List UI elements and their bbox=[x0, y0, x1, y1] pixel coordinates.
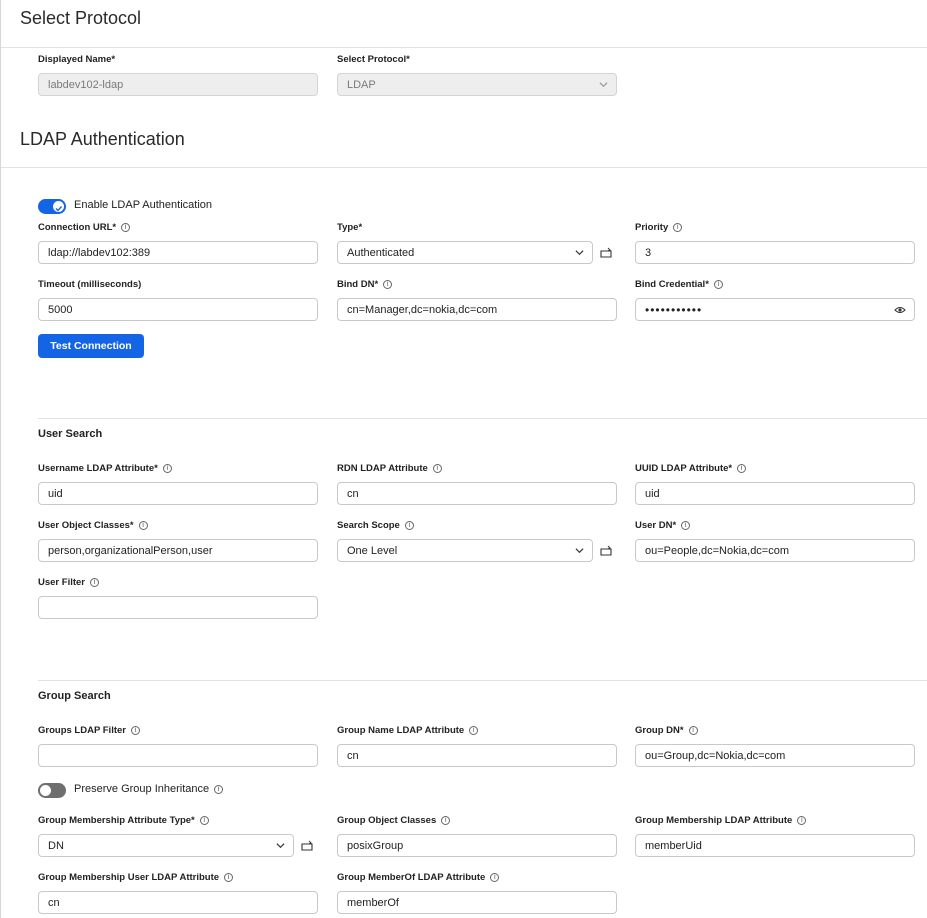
displayed-name-label: Displayed Name* bbox=[38, 54, 116, 65]
membership-attr-field[interactable]: memberUid bbox=[635, 834, 915, 857]
chevron-down-icon bbox=[575, 250, 584, 256]
info-icon[interactable]: i bbox=[673, 223, 683, 232]
info-icon[interactable]: i bbox=[713, 280, 723, 289]
memberof-attr-field[interactable]: memberOf bbox=[337, 891, 617, 914]
user-dn-field[interactable]: ou=People,dc=Nokia,dc=com bbox=[635, 539, 915, 562]
group-dn-field[interactable]: ou=Group,dc=Nokia,dc=com bbox=[635, 744, 915, 767]
bind-dn-label: Bind DN* i bbox=[337, 279, 393, 290]
info-icon[interactable]: i bbox=[121, 223, 131, 232]
membership-type-select[interactable]: DN bbox=[38, 834, 294, 857]
enable-ldap-label: Enable LDAP Authentication bbox=[74, 199, 213, 211]
divider bbox=[1, 47, 927, 48]
info-icon[interactable]: i bbox=[383, 280, 393, 289]
rdn-attr-field[interactable]: cn bbox=[337, 482, 617, 505]
search-scope-label: Search Scope i bbox=[337, 520, 414, 531]
divider bbox=[1, 167, 927, 168]
preserve-inheritance-toggle[interactable] bbox=[38, 783, 66, 798]
groups-filter-label: Groups LDAP Filter i bbox=[38, 725, 140, 736]
divider bbox=[38, 418, 927, 419]
rdn-attr-label: RDN LDAP Attribute i bbox=[337, 463, 442, 474]
membership-attr-label: Group Membership LDAP Attribute i bbox=[635, 815, 807, 826]
type-label: Type* bbox=[337, 222, 363, 233]
check-icon bbox=[55, 206, 63, 212]
info-icon[interactable]: i bbox=[404, 521, 414, 530]
info-icon[interactable]: i bbox=[797, 816, 807, 825]
group-object-classes-label: Group Object Classes i bbox=[337, 815, 451, 826]
chevron-down-icon bbox=[599, 82, 608, 88]
info-icon[interactable]: i bbox=[224, 873, 234, 882]
timeout-label: Timeout (milliseconds) bbox=[38, 279, 142, 290]
username-attr-field[interactable]: uid bbox=[38, 482, 318, 505]
search-scope-select[interactable]: One Level bbox=[337, 539, 593, 562]
section-title-ldap-authentication: LDAP Authentication bbox=[20, 129, 185, 149]
toggle-knob bbox=[53, 201, 64, 212]
chevron-down-icon bbox=[575, 548, 584, 554]
info-icon[interactable]: i bbox=[469, 726, 479, 735]
bind-dn-field[interactable]: cn=Manager,dc=nokia,dc=com bbox=[337, 298, 617, 321]
info-icon[interactable]: i bbox=[432, 464, 442, 473]
group-dn-label: Group DN* i bbox=[635, 725, 698, 736]
user-search-heading: User Search bbox=[38, 428, 103, 440]
priority-label: Priority i bbox=[635, 222, 683, 233]
uuid-attr-label: UUID LDAP Attribute* i bbox=[635, 463, 747, 474]
select-protocol-label: Select Protocol* bbox=[337, 54, 410, 65]
bind-credential-label: Bind Credential* i bbox=[635, 279, 723, 290]
user-filter-label: User Filter i bbox=[38, 577, 99, 588]
info-icon[interactable]: i bbox=[490, 873, 500, 882]
group-name-attr-field[interactable]: cn bbox=[337, 744, 617, 767]
section-title-select-protocol: Select Protocol bbox=[20, 8, 142, 28]
reload-icon[interactable] bbox=[599, 247, 613, 259]
info-icon[interactable]: i bbox=[688, 726, 698, 735]
info-icon[interactable]: i bbox=[130, 726, 140, 735]
membership-user-attr-field[interactable]: cn bbox=[38, 891, 318, 914]
uuid-attr-field[interactable]: uid bbox=[635, 482, 915, 505]
user-object-classes-field[interactable]: person,organizationalPerson,user bbox=[38, 539, 318, 562]
type-select[interactable]: Authenticated bbox=[337, 241, 593, 264]
info-icon[interactable]: i bbox=[681, 521, 691, 530]
info-icon[interactable]: i bbox=[90, 578, 99, 587]
user-object-classes-label: User Object Classes* i bbox=[38, 520, 148, 531]
connection-url-label: Connection URL* i bbox=[38, 222, 131, 233]
group-name-attr-label: Group Name LDAP Attribute i bbox=[337, 725, 479, 736]
info-icon[interactable]: i bbox=[737, 464, 747, 473]
test-connection-button[interactable]: Test Connection bbox=[38, 334, 144, 358]
group-object-classes-field[interactable]: posixGroup bbox=[337, 834, 617, 857]
membership-user-attr-label: Group Membership User LDAP Attribute i bbox=[38, 872, 234, 883]
group-search-heading: Group Search bbox=[38, 690, 111, 702]
info-icon[interactable]: i bbox=[214, 784, 224, 794]
preserve-inheritance-label: Preserve Group Inheritance i bbox=[74, 783, 224, 795]
timeout-field[interactable]: 5000 bbox=[38, 298, 318, 321]
user-dn-label: User DN* i bbox=[635, 520, 691, 531]
toggle-knob bbox=[40, 785, 51, 796]
info-icon[interactable]: i bbox=[441, 816, 451, 825]
divider bbox=[38, 680, 927, 681]
info-icon[interactable]: i bbox=[199, 816, 209, 825]
chevron-down-icon bbox=[276, 843, 285, 849]
priority-field[interactable]: 3 bbox=[635, 241, 915, 264]
membership-type-label: Group Membership Attribute Type* i bbox=[38, 815, 209, 826]
connection-url-field[interactable]: ldap://labdev102:389 bbox=[38, 241, 318, 264]
reload-icon[interactable] bbox=[599, 545, 613, 557]
bind-credential-field[interactable]: ••••••••••• bbox=[635, 298, 915, 321]
displayed-name-field[interactable]: labdev102-ldap bbox=[38, 73, 318, 96]
info-icon[interactable]: i bbox=[138, 521, 148, 530]
user-filter-field[interactable] bbox=[38, 596, 318, 619]
enable-ldap-toggle[interactable] bbox=[38, 199, 66, 214]
reload-icon[interactable] bbox=[300, 840, 314, 852]
info-icon[interactable]: i bbox=[162, 464, 172, 473]
username-attr-label: Username LDAP Attribute* i bbox=[38, 463, 172, 474]
groups-filter-field[interactable] bbox=[38, 744, 318, 767]
eye-icon[interactable] bbox=[894, 305, 906, 315]
memberof-attr-label: Group MemberOf LDAP Attribute i bbox=[337, 872, 500, 883]
protocol-select[interactable]: LDAP bbox=[337, 73, 617, 96]
